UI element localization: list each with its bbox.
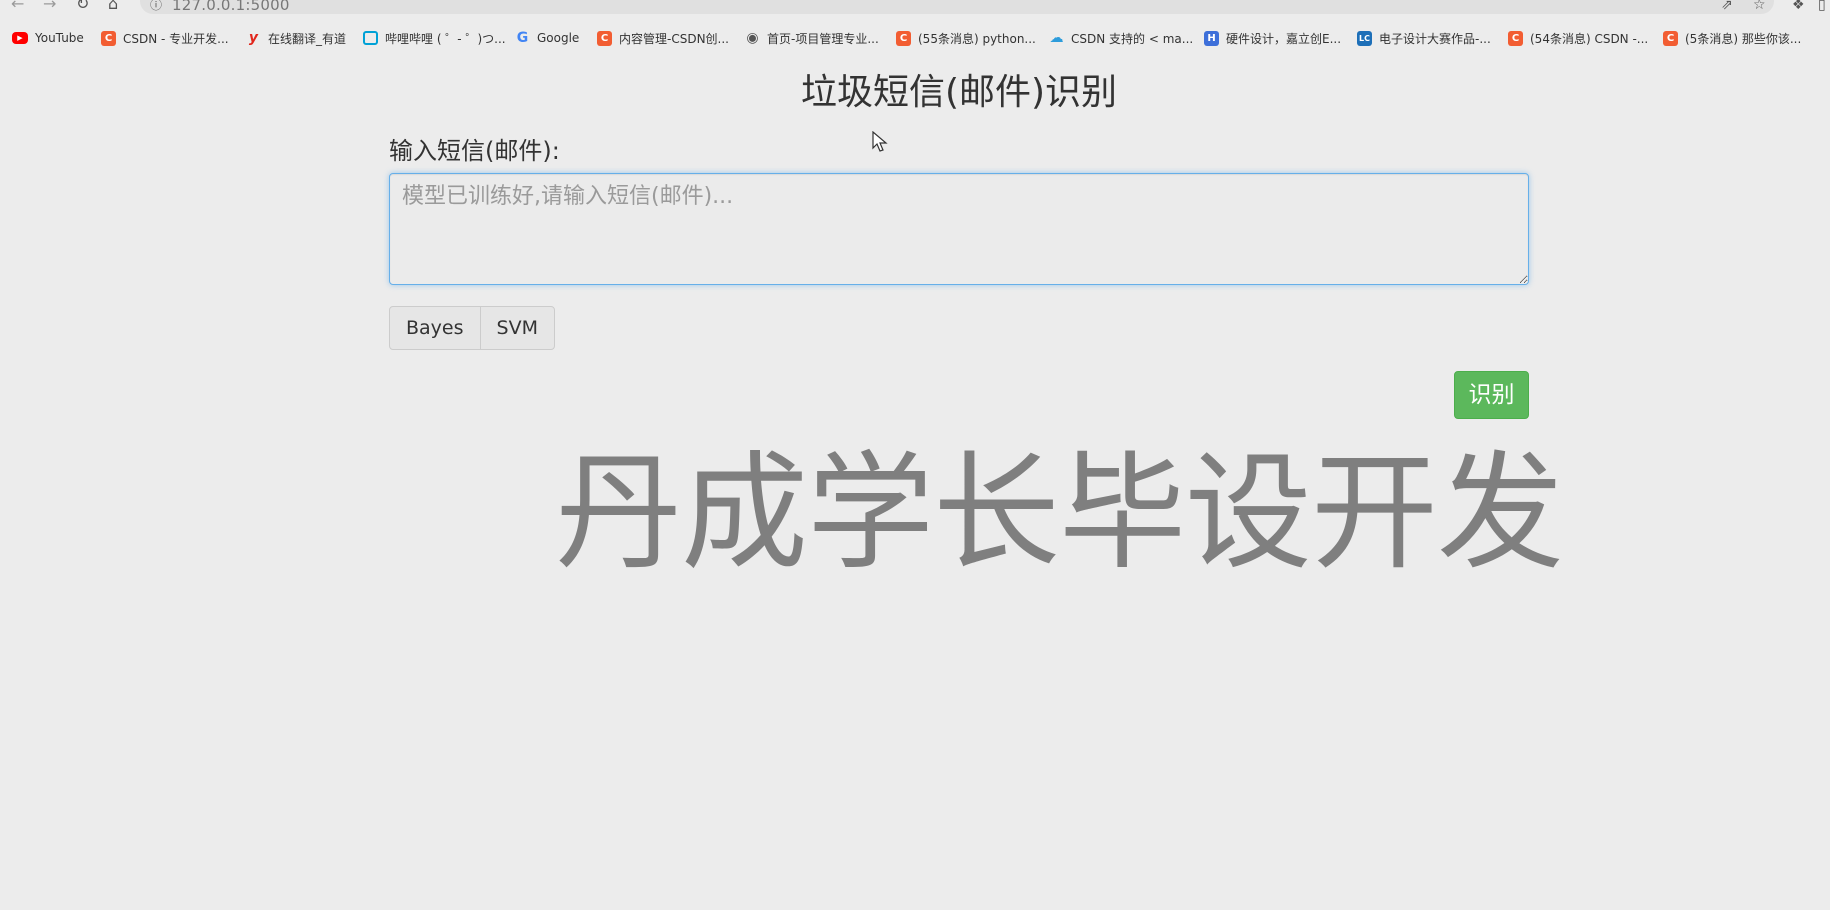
bookmark-label: (5条消息) 那些你该... (1685, 31, 1802, 46)
bookmark-csdn-54[interactable]: C (54条消息) CSDN -... (1508, 28, 1648, 48)
bookmark-label: 硬件设计，嘉立创E... (1226, 31, 1342, 46)
cloud-icon: ☁ (1049, 29, 1064, 46)
hardware-icon: H (1204, 30, 1219, 46)
share-icon[interactable]: ⇗ (1721, 0, 1733, 12)
bookmark-label: Google (537, 31, 580, 45)
svm-button[interactable]: SVM (479, 306, 555, 350)
forward-arrow-icon[interactable]: → (43, 0, 56, 12)
address-url: 127.0.0.1:5000 (172, 0, 290, 14)
bookmarks-bar: ▶ YouTube C CSDN - 专业开发... y 在线翻译_有道 哔哩哔… (0, 26, 1830, 50)
reload-icon[interactable]: ↻ (76, 0, 89, 12)
youdao-icon: y (248, 29, 259, 46)
csdn-icon: C (101, 30, 116, 46)
bookmark-label: (55条消息) python... (918, 31, 1036, 46)
bookmark-csdn[interactable]: C CSDN - 专业开发... (101, 28, 229, 48)
input-label: 输入短信(邮件): (389, 137, 560, 165)
site-info-icon[interactable]: ⓘ (150, 0, 162, 12)
google-icon: G (516, 29, 529, 46)
bookmark-label: 哔哩哔哩 ( ゜- ゜)つ... (385, 31, 506, 46)
extensions-icon[interactable]: ❖ (1792, 0, 1805, 12)
bookmark-youdao[interactable]: y 在线翻译_有道 (246, 28, 346, 48)
bookmark-label: CSDN - 专业开发... (123, 31, 229, 46)
sidebar-icon[interactable]: ▯ (1818, 0, 1826, 12)
bookmark-youtube[interactable]: ▶ YouTube (12, 28, 84, 48)
csdn-icon: C (1663, 30, 1678, 46)
message-input[interactable] (389, 173, 1529, 285)
bookmark-csdn-markdown[interactable]: ☁ CSDN 支持的 < ma... (1049, 28, 1194, 48)
bayes-button[interactable]: Bayes (389, 306, 481, 350)
page-title: 垃圾短信(邮件)识别 (800, 72, 1118, 113)
back-arrow-icon[interactable]: ← (11, 0, 24, 12)
youtube-icon: ▶ (12, 32, 28, 44)
csdn-icon: C (597, 30, 612, 46)
bookmark-design-contest[interactable]: LC 电子设计大赛作品-... (1357, 28, 1491, 48)
csdn-icon: C (896, 30, 911, 46)
address-bar[interactable]: ⓘ 127.0.0.1:5000 (140, 0, 1774, 14)
watermark-text: 丹成学长毕设开发 (555, 439, 1564, 587)
bookmark-label: 首页-项目管理专业... (767, 31, 879, 46)
bookmark-label: (54条消息) CSDN -... (1530, 31, 1649, 46)
bilibili-icon (363, 31, 378, 45)
home-icon[interactable]: ⌂ (108, 0, 118, 12)
bookmark-csdn-5[interactable]: C (5条消息) 那些你该... (1663, 28, 1801, 48)
bookmark-label: YouTube (35, 31, 84, 45)
browser-toolbar: ← → ↻ ⌂ ⓘ 127.0.0.1:5000 ⇗ ☆ ❖ ▯ (0, 0, 1830, 14)
identify-button[interactable]: 识别 (1454, 371, 1529, 419)
bookmark-hardware[interactable]: H 硬件设计，嘉立创E... (1204, 28, 1341, 48)
mouse-cursor-icon (872, 131, 888, 152)
bookmark-label: CSDN 支持的 < ma... (1071, 31, 1194, 46)
bookmark-project[interactable]: ◉ 首页-项目管理专业... (745, 28, 879, 48)
bookmark-bilibili[interactable]: 哔哩哔哩 ( ゜- ゜)つ... (363, 28, 506, 48)
bookmark-label: 在线翻译_有道 (268, 31, 347, 46)
browser-chrome: ← → ↻ ⌂ ⓘ 127.0.0.1:5000 ⇗ ☆ ❖ ▯ ▶ YouTu… (0, 0, 1830, 56)
lc-icon: LC (1357, 30, 1372, 46)
csdn-icon: C (1508, 30, 1523, 46)
bookmark-google[interactable]: G Google (515, 28, 580, 48)
bookmark-label: 电子设计大赛作品-... (1379, 31, 1491, 46)
algorithm-selector: Bayes SVM (389, 306, 555, 350)
globe-icon: ◉ (746, 29, 759, 46)
bookmark-star-icon[interactable]: ☆ (1753, 0, 1766, 12)
bookmark-csdn-python[interactable]: C (55条消息) python... (896, 28, 1036, 48)
bookmark-csdn-content[interactable]: C 内容管理-CSDN创... (597, 28, 729, 48)
bookmark-label: 内容管理-CSDN创... (619, 31, 729, 46)
